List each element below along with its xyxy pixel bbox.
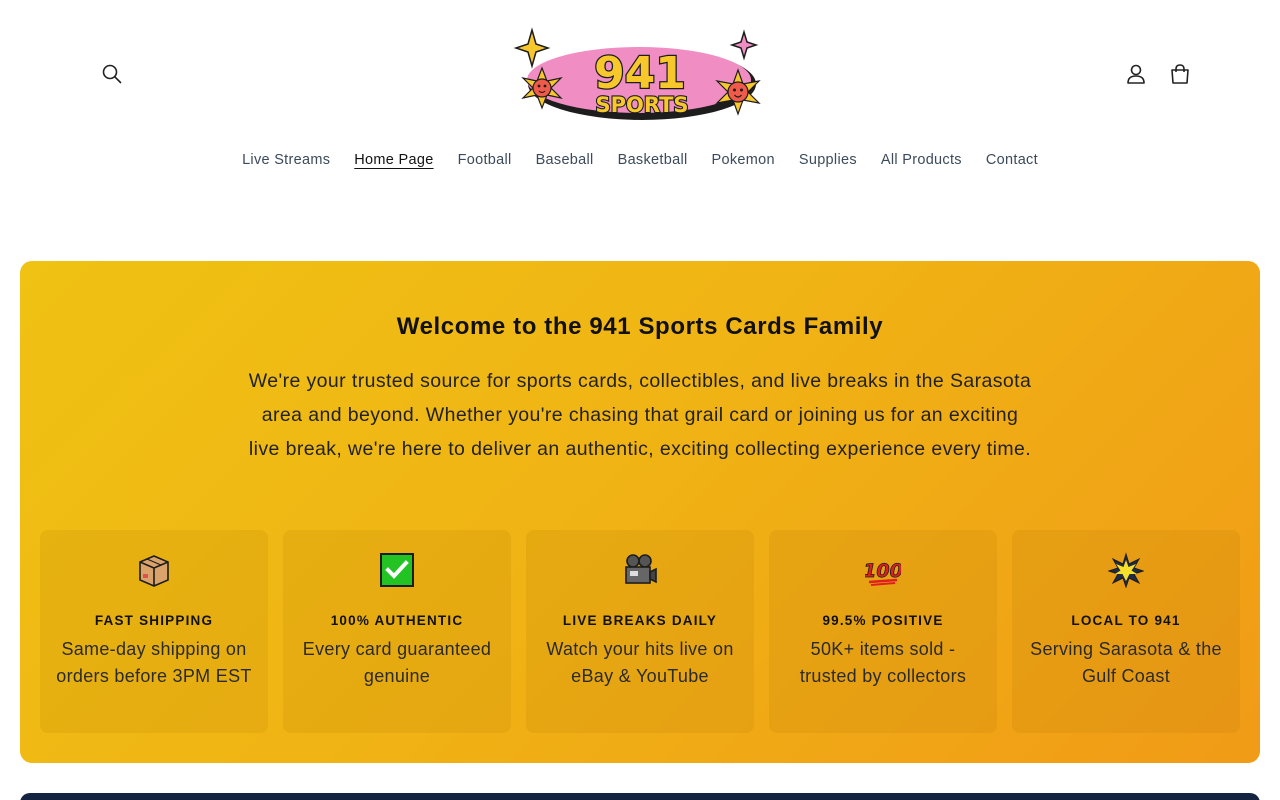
nav-contact[interactable]: Contact xyxy=(974,150,1050,170)
site-header: 941 SPORTS Live Streams Home Page Footba… xyxy=(0,0,1280,200)
nav-football[interactable]: Football xyxy=(446,150,524,170)
feature-list: FAST SHIPPING Same-day shipping on order… xyxy=(40,530,1240,733)
welcome-title: Welcome to the 941 Sports Cards Family xyxy=(396,313,884,340)
star-burst-icon xyxy=(1012,550,1240,590)
feature-desc: 50K+ items sold - trusted by collectors xyxy=(799,639,967,686)
nav-baseball[interactable]: Baseball xyxy=(524,150,606,170)
feature-desc: Every card guaranteed genuine xyxy=(302,639,492,686)
nav-home-page[interactable]: Home Page xyxy=(342,150,445,170)
feature-card-positive: 100 99.5% POSITIVE 50K+ items sold - tru… xyxy=(769,530,997,733)
nav-live-streams[interactable]: Live Streams xyxy=(230,150,342,170)
cart-icon[interactable] xyxy=(1166,60,1194,88)
feature-desc: Watch your hits live on eBay & YouTube xyxy=(546,639,734,686)
checkmark-icon xyxy=(283,550,511,590)
package-icon xyxy=(40,550,268,590)
feature-desc: Same-day shipping on orders before 3PM E… xyxy=(56,639,252,686)
feature-title: 99.5% POSITIVE xyxy=(822,613,944,628)
feature-card-local: LOCAL TO 941 Serving Sarasota & the Gulf… xyxy=(1012,530,1240,733)
site-logo[interactable]: 941 SPORTS xyxy=(512,26,768,124)
search-icon[interactable] xyxy=(98,60,126,88)
logo-number: 941 xyxy=(594,48,686,99)
feature-title: LIVE BREAKS DAILY xyxy=(562,613,718,628)
feature-card-shipping: FAST SHIPPING Same-day shipping on order… xyxy=(40,530,268,733)
feature-title: 100% AUTHENTIC xyxy=(330,613,464,628)
feature-title: LOCAL TO 941 xyxy=(1071,613,1181,628)
nav-pokemon[interactable]: Pokemon xyxy=(700,150,787,170)
feature-title: FAST SHIPPING xyxy=(94,613,214,628)
feature-desc: Serving Sarasota & the Gulf Coast xyxy=(1030,639,1222,686)
next-section-edge xyxy=(20,793,1260,800)
main-nav: Live Streams Home Page Football Baseball… xyxy=(0,150,1280,170)
feature-card-live-breaks: LIVE BREAKS DAILY Watch your hits live o… xyxy=(526,530,754,733)
welcome-text: We're your trusted source for sports car… xyxy=(248,370,1032,460)
logo-word: SPORTS xyxy=(595,93,688,117)
nav-all-products[interactable]: All Products xyxy=(869,150,974,170)
video-camera-icon xyxy=(526,550,754,590)
svg-text:100: 100 xyxy=(865,560,901,582)
nav-supplies[interactable]: Supplies xyxy=(787,150,869,170)
account-icon[interactable] xyxy=(1122,60,1150,88)
hundred-points-icon: 100 xyxy=(769,550,997,590)
nav-basketball[interactable]: Basketball xyxy=(606,150,700,170)
welcome-banner: Welcome to the 941 Sports Cards Family W… xyxy=(20,261,1260,763)
feature-card-authentic: 100% AUTHENTIC Every card guaranteed gen… xyxy=(283,530,511,733)
